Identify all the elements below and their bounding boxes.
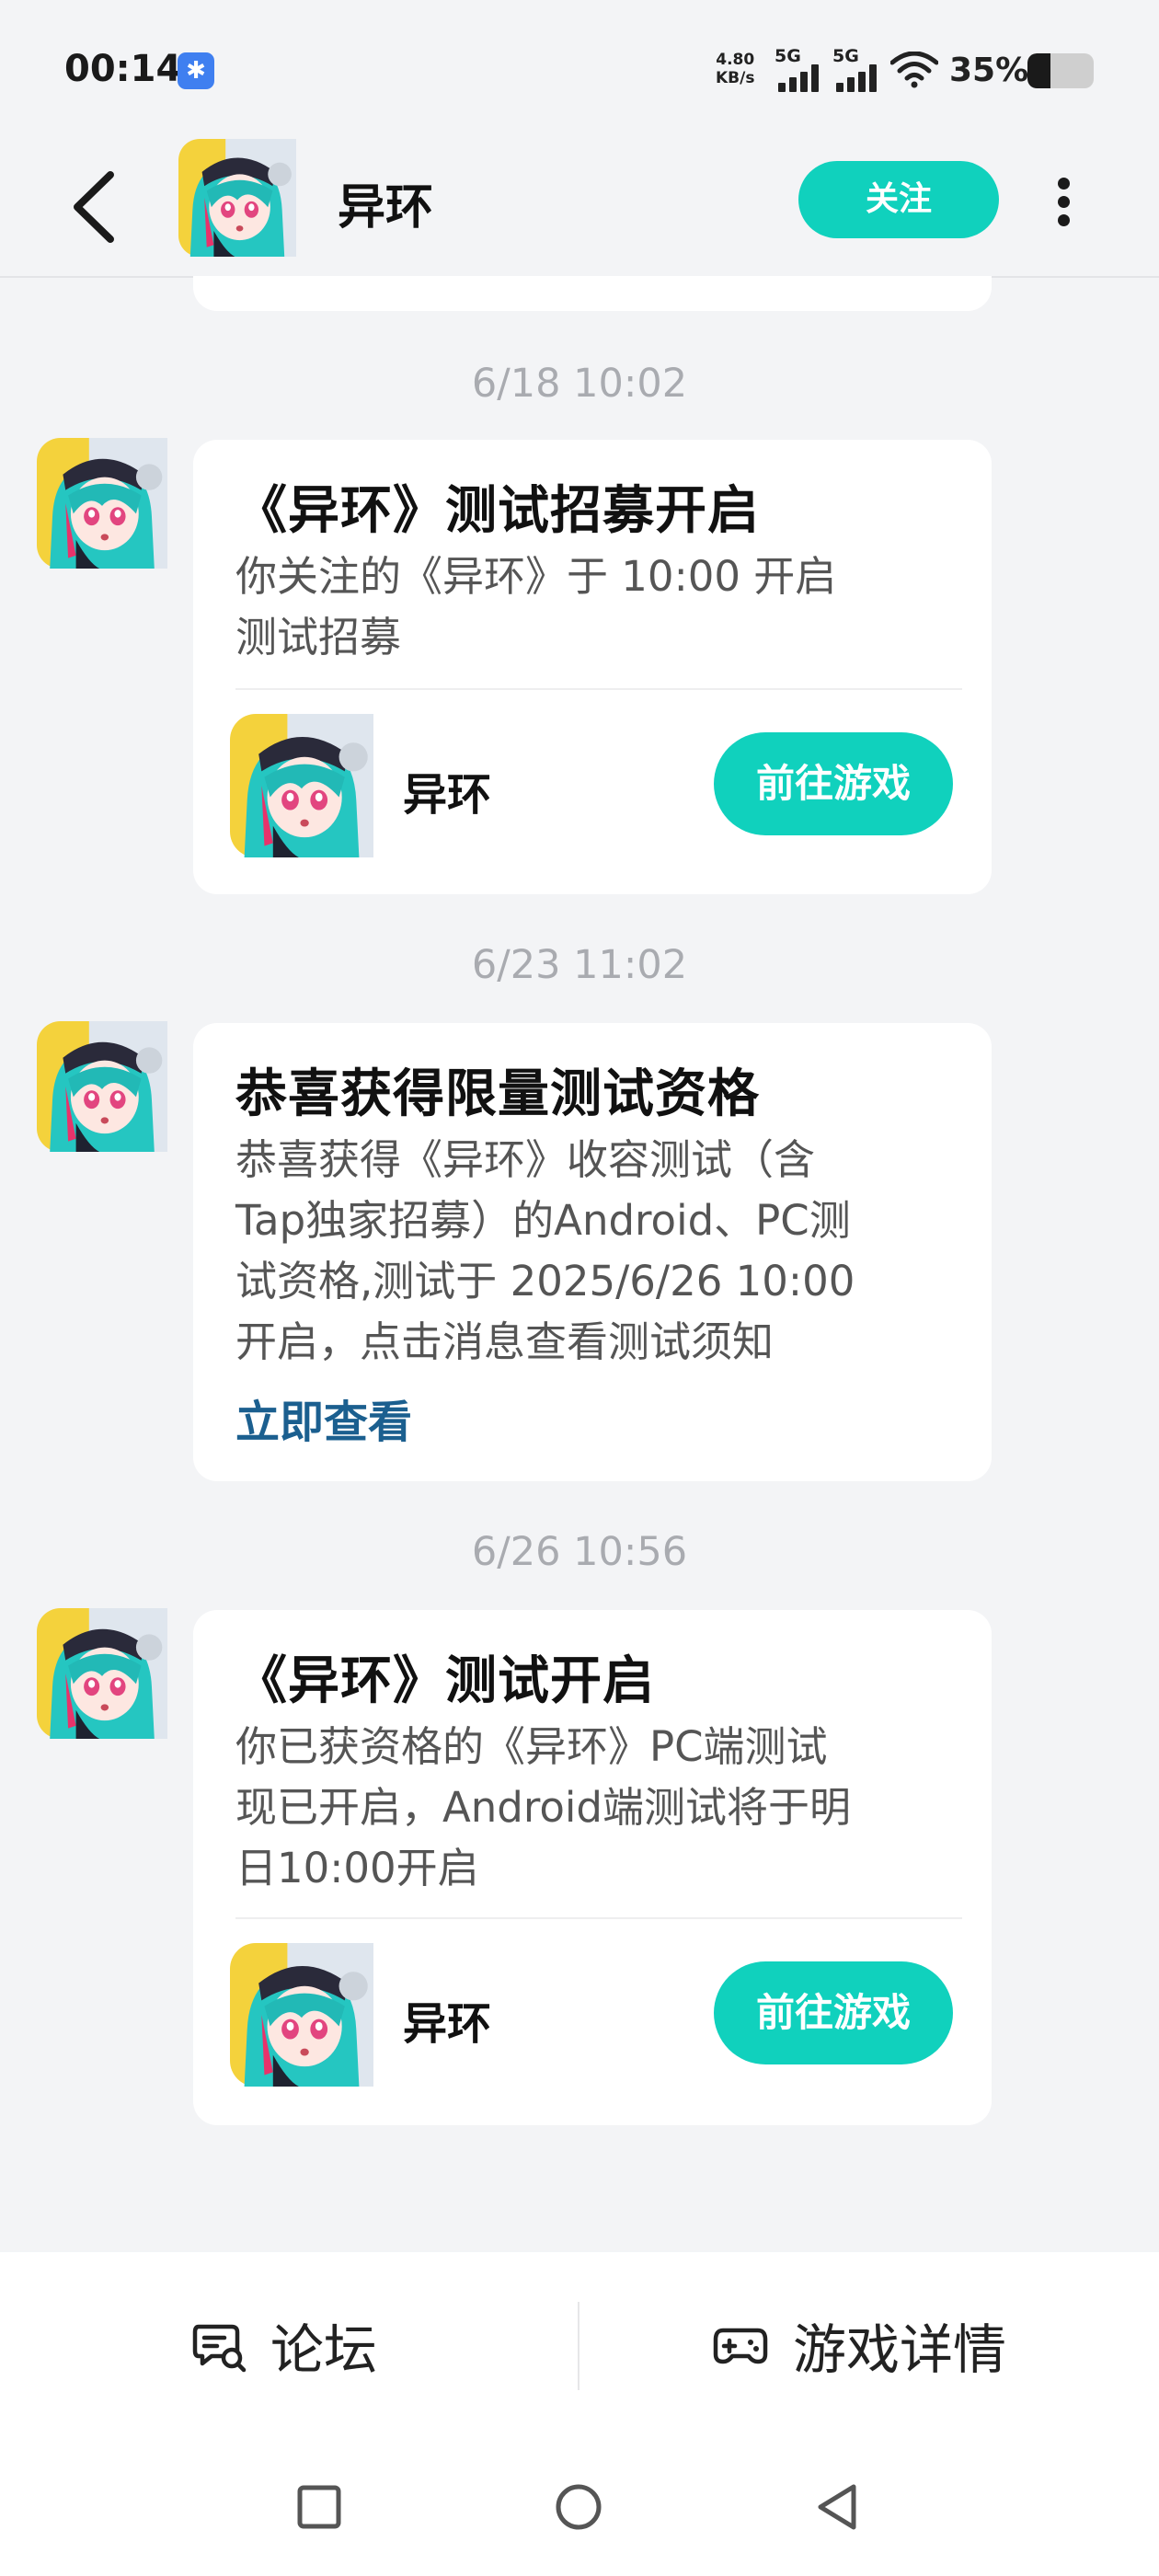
divider bbox=[235, 1917, 962, 1919]
back-nav-icon[interactable] bbox=[813, 2482, 859, 2532]
message-body-line: 你关注的《异环》于 10:00 开启 bbox=[235, 552, 837, 601]
page-title: 异环 bbox=[338, 180, 434, 236]
status-time: 00:14 bbox=[64, 48, 182, 90]
message-timestamp: 6/18 10:02 bbox=[471, 361, 688, 407]
bottom-action-bar: 论坛 游戏详情 bbox=[0, 2252, 1159, 2438]
message-timestamp: 6/26 10:56 bbox=[471, 1529, 688, 1575]
signal-2-label: 5G bbox=[832, 46, 859, 66]
forum-label: 论坛 bbox=[270, 2318, 378, 2381]
forum-tab[interactable]: 论坛 bbox=[191, 2252, 377, 2438]
message-body: 你已获资格的《异环》PC端测试 现已开启，Android端测试将于明 日10:0… bbox=[235, 1717, 971, 1899]
game-icon[interactable] bbox=[230, 714, 373, 857]
more-options-icon[interactable] bbox=[1049, 170, 1078, 233]
message-timestamp: 6/23 11:02 bbox=[471, 942, 688, 988]
gamepad-icon bbox=[713, 2328, 768, 2364]
message-body: 你关注的《异环》于 10:00 开启 测试招募 bbox=[235, 546, 971, 668]
forum-chat-icon bbox=[192, 2324, 247, 2373]
message-card[interactable]: 恭喜获得限量测试资格 恭喜获得《异环》收容测试（含 Tap独家招募）的Andro… bbox=[193, 1023, 992, 1481]
status-bar: 00:14 ✱ 4.80 KB/s 5G 5G 35% bbox=[0, 0, 1159, 138]
notification-app-icon: ✱ bbox=[178, 52, 214, 89]
battery-percent: 35% bbox=[949, 52, 1029, 89]
recent-apps-icon[interactable] bbox=[296, 2484, 342, 2530]
divider bbox=[235, 688, 962, 690]
message-body-line: Tap独家招募）的Android、PC测 bbox=[235, 1196, 851, 1245]
game-details-label: 游戏详情 bbox=[793, 2318, 1007, 2381]
message-body-line: 测试招募 bbox=[235, 613, 402, 661]
message-body-line: 试资格,测试于 2025/6/26 10:00 bbox=[235, 1257, 855, 1305]
follow-button[interactable]: 关注 bbox=[798, 161, 999, 238]
wifi-icon bbox=[890, 52, 938, 88]
message-body-line: 恭喜获得《异环》收容测试（含 bbox=[235, 1135, 816, 1184]
message-card[interactable]: 《异环》测试招募开启 你关注的《异环》于 10:00 开启 测试招募 异环 前往… bbox=[193, 440, 992, 894]
battery-fill bbox=[1027, 53, 1051, 88]
signal-1-icon: 5G bbox=[775, 46, 830, 92]
view-now-link[interactable]: 立即查看 bbox=[235, 1386, 412, 1450]
network-speed-value: 4.80 bbox=[716, 51, 755, 69]
battery-icon bbox=[1027, 53, 1094, 88]
sender-avatar[interactable] bbox=[37, 1608, 167, 1739]
message-body-line: 开启，点击消息查看测试须知 bbox=[235, 1317, 775, 1366]
game-name: 异环 bbox=[403, 1998, 492, 2050]
go-to-game-button[interactable]: 前往游戏 bbox=[714, 1961, 953, 2064]
message-body-line: 你已获资格的《异环》PC端测试 bbox=[235, 1722, 828, 1771]
message-card[interactable]: 《异环》测试开启 你已获资格的《异环》PC端测试 现已开启，Android端测试… bbox=[193, 1610, 992, 2125]
back-arrow-icon[interactable] bbox=[64, 166, 129, 248]
game-icon[interactable] bbox=[230, 1943, 373, 2087]
go-to-game-button[interactable]: 前往游戏 bbox=[714, 732, 953, 835]
signal-1-label: 5G bbox=[775, 46, 801, 66]
game-name: 异环 bbox=[403, 769, 492, 821]
message-body-line: 日10:00开启 bbox=[235, 1844, 479, 1892]
sender-avatar[interactable] bbox=[37, 1021, 167, 1152]
system-navigation-bar bbox=[0, 2438, 1159, 2576]
message-title: 《异环》测试开启 bbox=[235, 1651, 655, 1711]
message-title: 《异环》测试招募开启 bbox=[235, 481, 760, 541]
home-icon[interactable] bbox=[554, 2482, 603, 2532]
network-speed: 4.80 KB/s bbox=[716, 51, 754, 87]
message-body: 恭喜获得《异环》收容测试（含 Tap独家招募）的Android、PC测 试资格,… bbox=[235, 1130, 971, 1373]
message-title: 恭喜获得限量测试资格 bbox=[235, 1064, 760, 1124]
network-speed-unit: KB/s bbox=[716, 69, 755, 87]
previous-message-card bbox=[193, 276, 992, 311]
sender-avatar[interactable] bbox=[37, 438, 167, 569]
signal-2-icon: 5G bbox=[832, 46, 888, 92]
message-body-line: 现已开启，Android端测试将于明 bbox=[235, 1783, 851, 1832]
game-avatar[interactable] bbox=[178, 138, 296, 258]
game-details-tab[interactable]: 游戏详情 bbox=[712, 2252, 1006, 2438]
tab-divider bbox=[578, 2302, 580, 2390]
